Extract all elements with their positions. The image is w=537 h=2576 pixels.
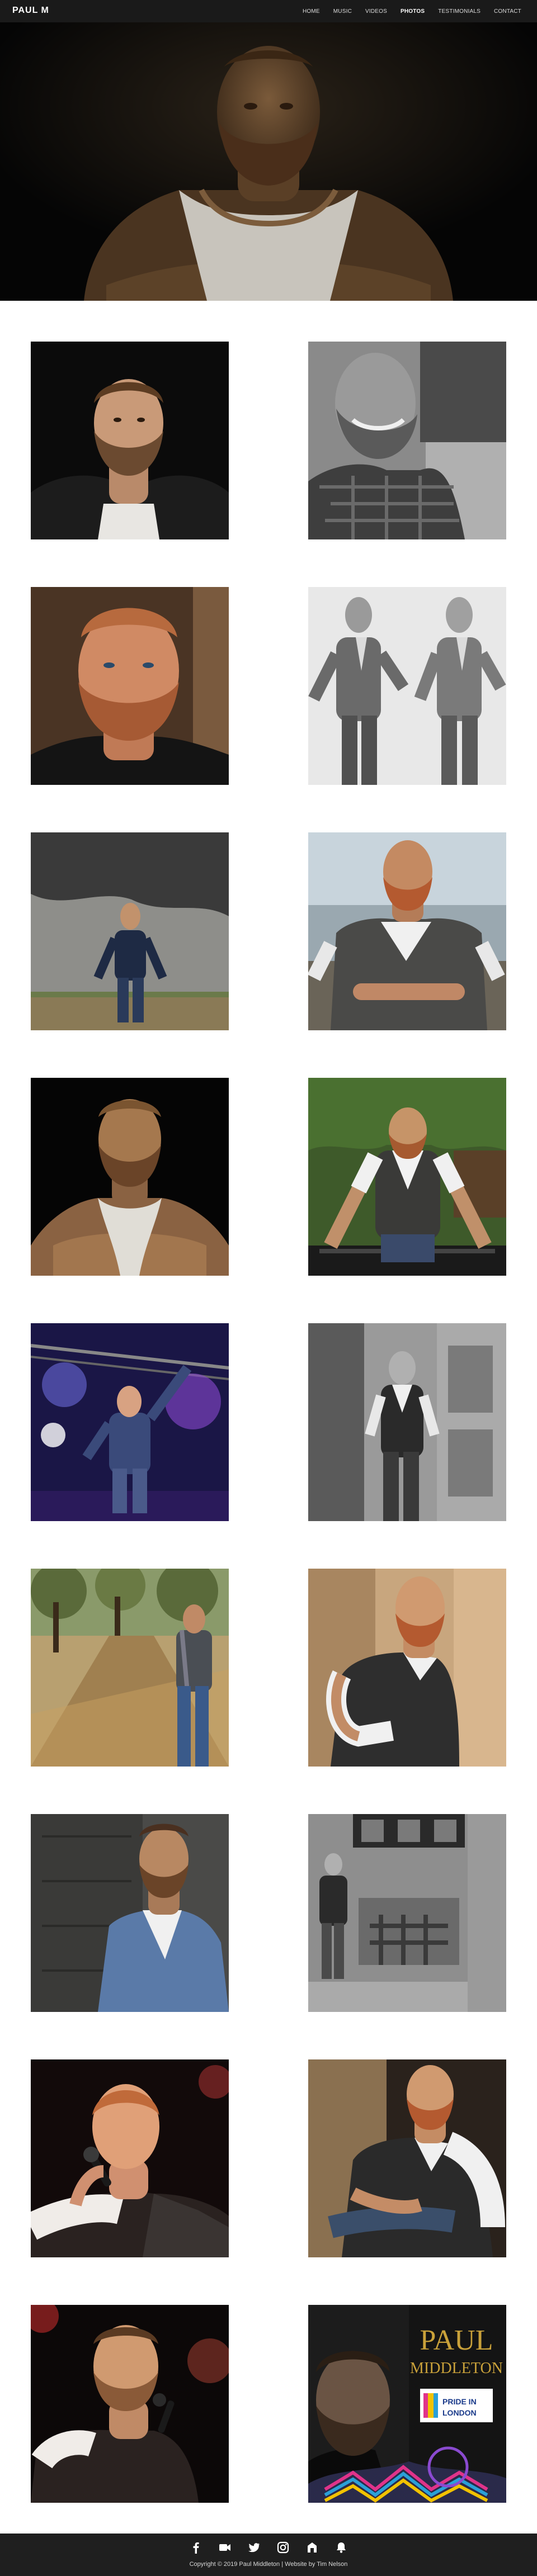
menu-item-photos[interactable]: PHOTOS bbox=[394, 8, 431, 15]
facebook-icon[interactable] bbox=[190, 2541, 202, 2554]
portrait-photo-icon bbox=[31, 1814, 229, 2012]
gallery-photo-5[interactable] bbox=[31, 832, 229, 1030]
poster-badge-top: PRIDE IN bbox=[442, 2397, 477, 2406]
copyright-text: Copyright © 2019 Paul Middleton | Websit… bbox=[189, 2561, 348, 2568]
menu-item-videos[interactable]: VIDEOS bbox=[359, 8, 394, 15]
gallery-photo-1[interactable] bbox=[31, 342, 229, 539]
portrait-photo-icon bbox=[308, 342, 506, 539]
portrait-photo-icon bbox=[308, 587, 506, 785]
gallery-photo-16[interactable] bbox=[308, 2059, 506, 2257]
top-nav: PAUL M HOME MUSIC VIDEOS PHOTOS TESTIMON… bbox=[0, 0, 537, 22]
gallery-photo-4[interactable] bbox=[308, 587, 506, 785]
gallery-photo-12[interactable] bbox=[308, 1569, 506, 1767]
gallery-photo-8[interactable] bbox=[308, 1078, 506, 1276]
portrait-photo-icon bbox=[31, 1078, 229, 1276]
portrait-photo-icon bbox=[308, 832, 506, 1030]
performance-photo-icon bbox=[31, 2059, 229, 2257]
gallery-photo-11[interactable] bbox=[31, 1569, 229, 1767]
gallery-photo-6[interactable] bbox=[308, 832, 506, 1030]
architecture-photo-icon bbox=[308, 1814, 506, 2012]
hero-portrait-icon bbox=[0, 22, 537, 301]
gallery-photo-14[interactable] bbox=[308, 1814, 506, 2012]
poster-name-line1: PAUL bbox=[420, 2324, 493, 2356]
portrait-photo-icon bbox=[308, 2059, 506, 2257]
menu-item-contact[interactable]: CONTACT bbox=[487, 8, 528, 15]
poster-badge-bottom: LONDON bbox=[442, 2408, 477, 2417]
gallery-photo-3[interactable] bbox=[31, 587, 229, 785]
portrait-photo-icon bbox=[308, 1078, 506, 1276]
main-menu: HOME MUSIC VIDEOS PHOTOS TESTIMONIALS CO… bbox=[296, 0, 528, 22]
gallery-photo-10[interactable] bbox=[308, 1323, 506, 1521]
gallery-photo-13[interactable] bbox=[31, 1814, 229, 2012]
store-icon[interactable] bbox=[306, 2541, 318, 2554]
hero-image bbox=[0, 22, 537, 301]
twitter-icon[interactable] bbox=[248, 2541, 260, 2554]
menu-item-music[interactable]: MUSIC bbox=[327, 8, 359, 15]
gallery-photo-18-poster[interactable]: PAUL MIDDLETON PRIDE IN LONDON bbox=[308, 2305, 506, 2503]
site-brand[interactable]: PAUL M bbox=[12, 6, 49, 16]
portrait-photo-icon bbox=[31, 342, 229, 539]
portrait-photo-icon bbox=[308, 1323, 506, 1521]
menu-item-home[interactable]: HOME bbox=[296, 8, 327, 15]
instagram-icon[interactable] bbox=[277, 2541, 289, 2554]
gallery-photo-15[interactable] bbox=[31, 2059, 229, 2257]
landscape-photo-icon bbox=[31, 832, 229, 1030]
poster-name-line2: MIDDLETON bbox=[410, 2360, 503, 2377]
menu-item-testimonials[interactable]: TESTIMONIALS bbox=[431, 8, 487, 15]
performance-photo-icon bbox=[31, 2305, 229, 2503]
portrait-photo-icon bbox=[31, 587, 229, 785]
gallery-photo-17[interactable] bbox=[31, 2305, 229, 2503]
video-icon[interactable] bbox=[219, 2541, 231, 2554]
park-photo-icon bbox=[31, 1569, 229, 1767]
site-footer: Copyright © 2019 Paul Middleton | Websit… bbox=[0, 2534, 537, 2576]
notification-icon[interactable] bbox=[335, 2541, 347, 2554]
gallery-photo-7[interactable] bbox=[31, 1078, 229, 1276]
promo-poster-icon: PAUL MIDDLETON PRIDE IN LONDON bbox=[308, 2305, 506, 2503]
concert-photo-icon bbox=[31, 1323, 229, 1521]
portrait-photo-icon bbox=[308, 1569, 506, 1767]
gallery-photo-2[interactable] bbox=[308, 342, 506, 539]
gallery-photo-9[interactable] bbox=[31, 1323, 229, 1521]
social-links bbox=[0, 2541, 537, 2554]
